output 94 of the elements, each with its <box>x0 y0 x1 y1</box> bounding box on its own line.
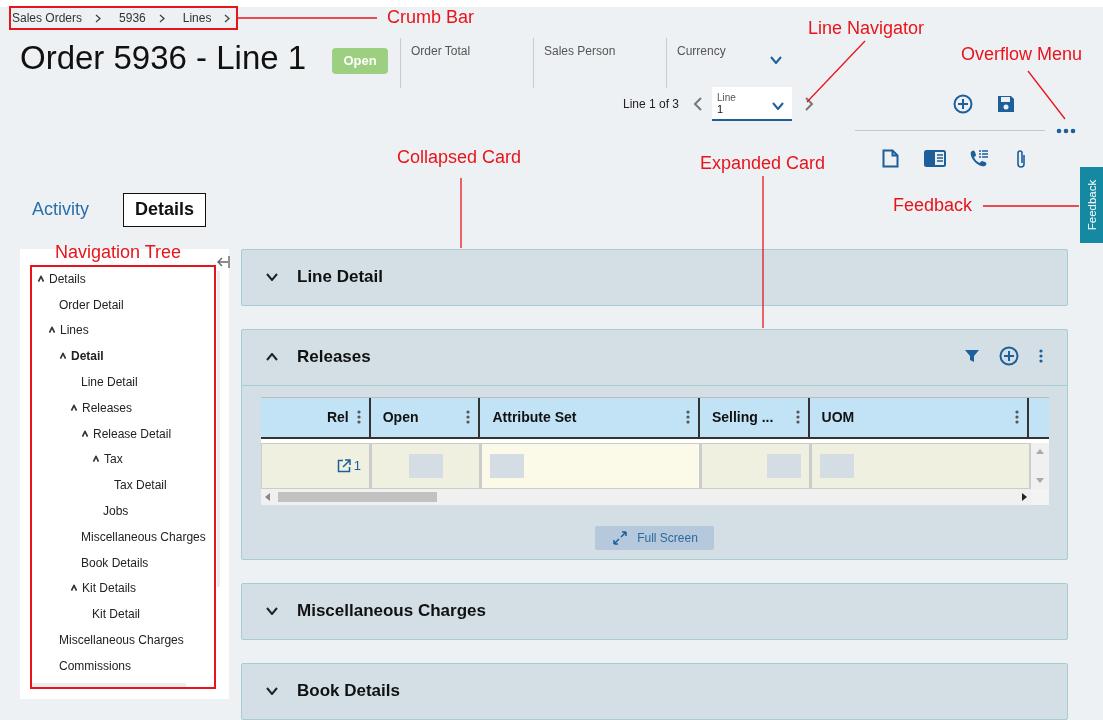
annotation-label: Overflow Menu <box>961 43 1083 65</box>
chevron-up-icon[interactable] <box>59 352 67 360</box>
tree-item[interactable]: Releases <box>82 399 133 416</box>
card-title: Miscellaneous Charges <box>297 601 486 622</box>
chevron-up-icon[interactable] <box>266 353 278 362</box>
chevron-left-icon[interactable] <box>693 96 702 111</box>
column-menu-icon[interactable] <box>1015 410 1019 425</box>
tree-item[interactable]: Tax <box>104 451 123 468</box>
tree-item[interactable]: Jobs <box>103 503 129 520</box>
page-title: Order 5936 - Line 1 <box>20 37 308 78</box>
add-icon[interactable] <box>953 93 973 114</box>
field-label: Sales Person <box>544 43 617 58</box>
chevron-right-icon[interactable] <box>805 96 814 111</box>
column-menu-icon[interactable] <box>466 410 471 425</box>
feedback-tab[interactable]: Feedback <box>1080 167 1103 243</box>
save-icon[interactable] <box>997 94 1015 113</box>
book-icon[interactable] <box>924 150 946 168</box>
leader-line <box>460 177 462 249</box>
column-header[interactable]: Rel <box>261 398 371 437</box>
scroll-right-icon[interactable] <box>1022 493 1027 501</box>
leader-line <box>806 40 866 103</box>
breadcrumb-link[interactable]: Sales Orders <box>12 11 83 26</box>
breadcrumb-link[interactable]: Lines <box>182 11 212 26</box>
add-icon[interactable] <box>999 346 1019 366</box>
collapse-panel-icon[interactable] <box>216 255 230 269</box>
tree-item[interactable]: Book Details <box>81 554 149 571</box>
tree-item[interactable]: Kit Details <box>82 580 137 597</box>
document-icon[interactable] <box>882 149 899 169</box>
annotation-label: Feedback <box>893 194 973 216</box>
tree-item[interactable]: Lines <box>60 322 89 339</box>
field-label: Order Total <box>411 43 472 58</box>
line-select[interactable]: Line 1 <box>712 86 792 121</box>
loading-placeholder <box>408 454 443 478</box>
column-menu-icon[interactable] <box>356 410 361 425</box>
full-screen-button[interactable]: Full Screen <box>595 526 714 550</box>
card-title: Line Detail <box>297 267 383 288</box>
tree-item[interactable]: Miscellaneous Charges <box>59 632 184 649</box>
chevron-up-icon[interactable] <box>37 275 45 283</box>
column-header[interactable]: UOM <box>809 398 1029 437</box>
tab[interactable]: Details <box>123 193 207 227</box>
card-title: Book Details <box>297 681 400 702</box>
leader-line <box>1027 70 1066 120</box>
annotation-label: Expanded Card <box>700 152 826 174</box>
loading-placeholder <box>490 454 524 478</box>
column-menu-icon[interactable] <box>795 410 800 425</box>
tree-item[interactable]: Tax Detail <box>114 477 167 494</box>
chevron-right-icon[interactable] <box>158 13 165 23</box>
chevron-down-icon[interactable] <box>266 607 278 616</box>
tree-item[interactable]: Release Detail <box>93 425 172 442</box>
chevron-down-icon[interactable] <box>772 101 784 110</box>
annotation-label: Collapsed Card <box>397 146 522 168</box>
annotation-label: Line Navigator <box>808 17 925 39</box>
tab[interactable]: Activity <box>20 193 101 227</box>
chevron-down-icon[interactable] <box>770 55 782 64</box>
paperclip-icon[interactable] <box>1015 148 1027 169</box>
scroll-left-icon[interactable] <box>265 493 270 501</box>
loading-placeholder <box>820 454 854 478</box>
card-title: Releases <box>297 347 371 368</box>
annotation-label: Navigation Tree <box>55 241 182 263</box>
open-link-icon[interactable] <box>336 459 351 473</box>
tree-item[interactable]: Kit Detail <box>92 606 141 623</box>
column-header[interactable]: Open <box>370 398 481 437</box>
loading-placeholder <box>767 454 801 478</box>
expand-icon <box>613 531 628 545</box>
chevron-up-icon[interactable] <box>92 456 100 463</box>
more-icon[interactable] <box>1056 127 1076 134</box>
chevron-up-icon[interactable] <box>48 327 56 334</box>
field-label: Currency <box>677 43 727 58</box>
column-menu-icon[interactable] <box>685 410 690 425</box>
chevron-right-icon[interactable] <box>95 13 102 23</box>
status-badge: Open <box>332 47 388 74</box>
tree-item[interactable]: Details <box>49 270 86 287</box>
line-position: Line 1 of 3 <box>623 96 681 111</box>
filter-icon[interactable] <box>965 349 979 363</box>
column-header[interactable]: Selling ... <box>699 398 810 437</box>
chevron-up-icon[interactable] <box>70 404 78 412</box>
tree-item[interactable]: Line Detail <box>81 374 138 391</box>
tree-item[interactable]: Order Detail <box>59 296 124 313</box>
tree-item[interactable]: Detail <box>71 348 104 365</box>
breadcrumb-link[interactable]: 5936 <box>119 11 146 26</box>
tree-item[interactable]: Commissions <box>59 657 131 674</box>
more-icon[interactable] <box>1039 349 1043 363</box>
row-link[interactable]: 1 <box>336 458 361 474</box>
scrollbar[interactable] <box>217 271 220 587</box>
chevron-down-icon[interactable] <box>266 687 278 696</box>
annotation-label: Crumb Bar <box>387 6 475 28</box>
scrollbar[interactable] <box>32 683 186 687</box>
chevron-right-icon[interactable] <box>224 13 231 23</box>
chevron-up-icon[interactable] <box>81 430 89 438</box>
chevron-up-icon[interactable] <box>70 585 78 592</box>
tree-item[interactable]: Miscellaneous Charges <box>81 528 206 545</box>
chevron-down-icon[interactable] <box>266 273 278 282</box>
column-header[interactable]: Attribute Set <box>480 398 700 437</box>
phone-list-icon[interactable] <box>969 148 989 169</box>
